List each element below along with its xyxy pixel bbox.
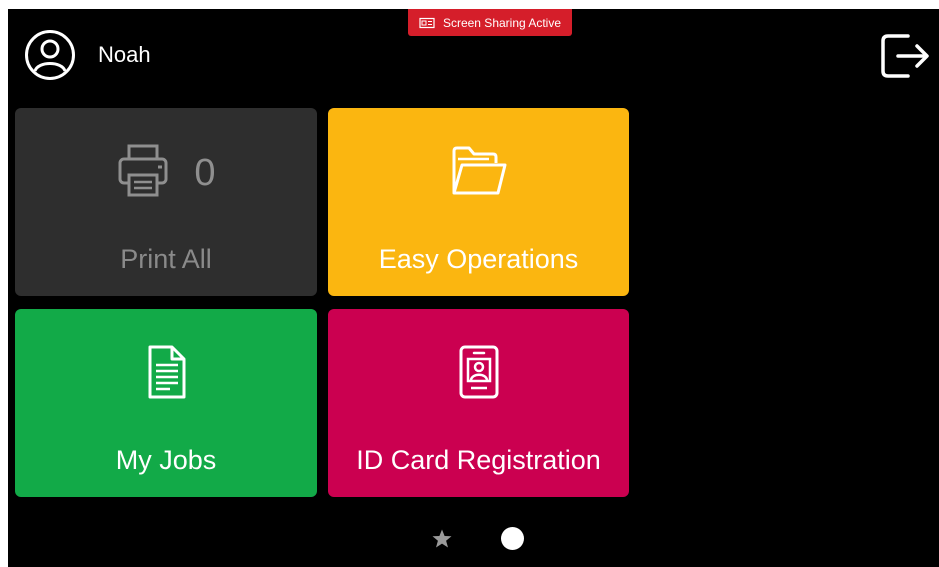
user-info: Noah (24, 29, 151, 81)
id-card-registration-tile[interactable]: ID Card Registration (328, 309, 629, 497)
easy-operations-tile[interactable]: Easy Operations (328, 108, 629, 296)
screen-share-icon (419, 17, 435, 29)
user-name: Noah (98, 42, 151, 67)
logout-button[interactable] (878, 30, 932, 82)
page-indicator (431, 527, 531, 551)
easy-operations-label: Easy Operations (378, 244, 579, 274)
favorites-page-star-icon[interactable] (431, 528, 453, 550)
screen-sharing-banner: Screen Sharing Active (408, 9, 572, 36)
print-all-tile[interactable]: 0 Print All (15, 108, 317, 296)
logout-icon (878, 34, 932, 86)
id-card-registration-label: ID Card Registration (356, 445, 601, 475)
user-avatar-icon (24, 29, 76, 81)
screen-sharing-label: Screen Sharing Active (442, 15, 562, 30)
print-count: 0 (194, 152, 216, 194)
id-card-icon (457, 344, 501, 405)
document-icon (144, 344, 188, 405)
page-dot-active[interactable] (501, 527, 524, 550)
kiosk-screen: Screen Sharing Active Noah 0 Print All E… (8, 9, 939, 567)
folder-icon (449, 143, 509, 204)
my-jobs-tile[interactable]: My Jobs (15, 309, 317, 497)
my-jobs-label: My Jobs (115, 445, 217, 475)
print-all-label: Print All (120, 244, 212, 274)
printer-icon (116, 143, 174, 204)
